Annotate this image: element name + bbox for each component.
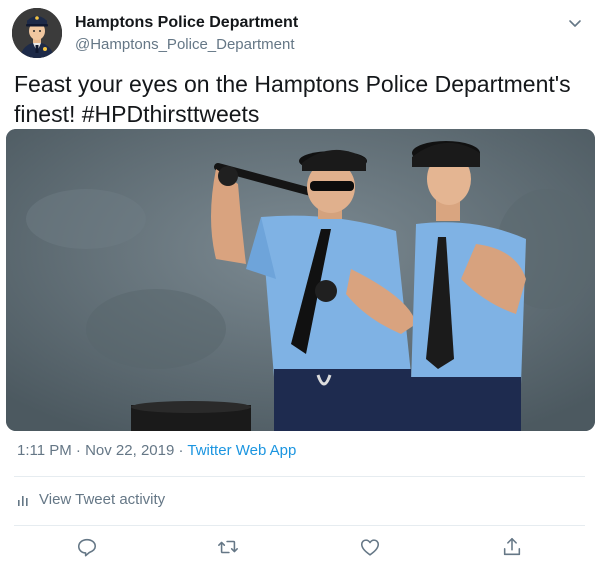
tweet-menu-caret[interactable] xyxy=(566,14,584,32)
reply-icon xyxy=(77,538,97,557)
tweet-card: Hamptons Police Department @Hamptons_Pol… xyxy=(0,0,601,569)
chevron-down-icon xyxy=(569,20,581,27)
share-icon xyxy=(503,537,521,556)
retweet-button[interactable] xyxy=(217,536,241,560)
police-officer-avatar-icon xyxy=(12,8,62,58)
divider xyxy=(14,476,585,477)
share-button[interactable] xyxy=(501,536,525,560)
bar-chart-icon xyxy=(18,495,28,506)
author-name[interactable]: Hamptons Police Department xyxy=(75,14,298,32)
like-button[interactable] xyxy=(359,536,383,560)
tweet-source-link[interactable]: Twitter Web App xyxy=(187,442,296,459)
tweet-actions xyxy=(0,536,601,564)
tweet-text: Feast your eyes on the Hamptons Police D… xyxy=(14,69,589,129)
retweet-icon xyxy=(218,540,238,554)
author-handle[interactable]: @Hamptons_Police_Department xyxy=(75,36,295,53)
reply-button[interactable] xyxy=(76,536,100,560)
heart-icon xyxy=(360,539,380,556)
view-tweet-activity[interactable]: View Tweet activity xyxy=(17,491,165,508)
tweet-photo[interactable] xyxy=(6,129,595,431)
photo-illustration xyxy=(6,129,595,431)
meta-separator: · xyxy=(71,442,86,459)
tweet-metadata: 1:11 PM · Nov 22, 2019 · Twitter Web App xyxy=(17,442,296,459)
hashtag-link[interactable]: #HPDthirsttweets xyxy=(82,101,260,127)
author-avatar[interactable] xyxy=(12,8,62,58)
tweet-time[interactable]: 1:11 PM xyxy=(17,442,72,459)
divider xyxy=(14,525,585,526)
activity-label: View Tweet activity xyxy=(39,491,166,508)
meta-separator: · xyxy=(174,442,188,459)
tweet-date[interactable]: Nov 22, 2019 xyxy=(85,442,174,459)
